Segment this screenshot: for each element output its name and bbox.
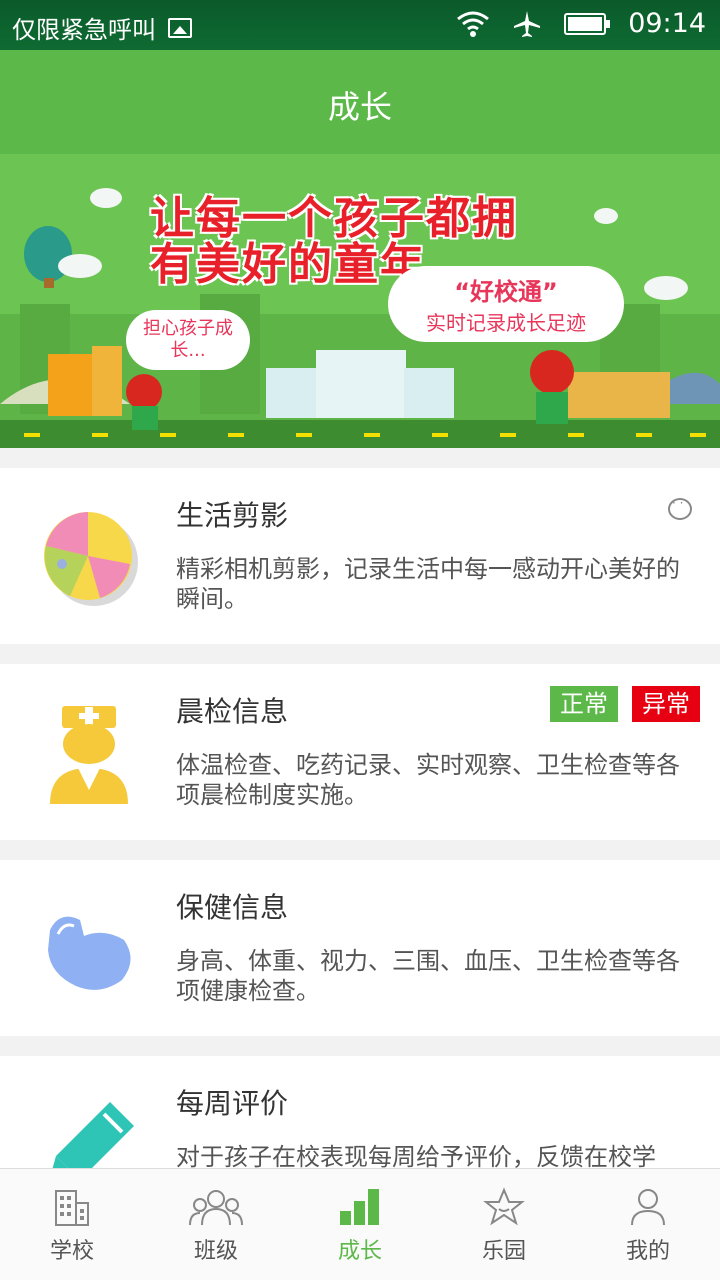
tab-mine[interactable]: 我的	[576, 1169, 720, 1280]
growth-banner[interactable]: 让每一个孩子都拥 有美好的童年 担心孩子成长... “好校通” 实时记录成长足迹	[0, 154, 720, 448]
list-item-health-info[interactable]: 保健信息 身高、体重、视力、三围、血压、卫生检查等各项健康检查。	[0, 860, 720, 1036]
bubble-subtitle: 实时记录成长足迹	[426, 311, 586, 335]
building-icon	[55, 1190, 89, 1226]
page-title: 成长	[327, 88, 392, 126]
status-bar: 仅限紧急呼叫 09:14	[0, 0, 720, 50]
beach-ball-icon	[44, 512, 138, 606]
tab-label: 成长	[337, 1239, 382, 1264]
wifi-icon	[457, 11, 490, 37]
list-item-morning-check[interactable]: 晨检信息 正常 异常 体温检查、吃药记录、实时观察、卫生检查等各项晨检制度实施。	[0, 664, 720, 840]
tab-label: 我的	[625, 1239, 670, 1264]
card-description: 对于孩子在校表现每周给予评价，反馈在校学	[176, 1143, 656, 1168]
image-notification-icon	[168, 17, 192, 38]
card-title: 每周评价	[176, 1087, 289, 1120]
face-icon	[668, 496, 692, 520]
card-description: 身高、体重、视力、三围、血压、卫生检查等各项健康检查。	[176, 947, 680, 1005]
speech-bubble-left: 担心孩子成长...	[126, 310, 250, 370]
pencil-icon	[52, 1102, 134, 1168]
tab-school[interactable]: 学校	[0, 1169, 144, 1280]
status-left: 仅限紧急呼叫	[12, 10, 192, 45]
muscle-arm-icon	[48, 916, 131, 990]
tab-label: 学校	[49, 1239, 94, 1264]
card-description: 精彩相机剪影，记录生活中每一感动开心美好的瞬间。	[176, 555, 680, 613]
list-item-life-snapshot[interactable]: 生活剪影 精彩相机剪影，记录生活中每一感动开心美好的瞬间。	[0, 468, 720, 644]
bar-chart-icon	[340, 1189, 379, 1225]
tab-class[interactable]: 班级	[144, 1169, 288, 1280]
battery-icon	[564, 12, 611, 35]
speech-bubble-right: “好校通” 实时记录成长足迹	[388, 266, 624, 342]
growth-feature-list: 生活剪影 精彩相机剪影，记录生活中每一感动开心美好的瞬间。 晨检信息 正常 异常…	[0, 448, 720, 1168]
bottom-tab-bar: 学校 班级 成长 乐园 我的	[0, 1168, 720, 1280]
tab-playground[interactable]: 乐园	[432, 1169, 576, 1280]
bubble-app-name: “好校通”	[454, 278, 558, 306]
status-time: 09:14	[628, 8, 706, 39]
group-icon	[189, 1190, 243, 1226]
carrier-text: 仅限紧急呼叫	[12, 16, 156, 44]
airplane-icon	[514, 10, 541, 37]
card-description: 体温检查、吃药记录、实时观察、卫生检查等各项晨检制度实施。	[176, 751, 680, 809]
status-right: 09:14	[456, 8, 706, 39]
status-badge-abnormal[interactable]: 异常	[632, 686, 700, 722]
doctor-icon	[50, 706, 128, 804]
card-title: 生活剪影	[176, 499, 289, 532]
tab-growth[interactable]: 成长	[288, 1169, 432, 1280]
card-title: 晨检信息	[176, 695, 289, 728]
slogan-line-1: 让每一个孩子都拥	[150, 193, 518, 244]
list-item-weekly-review[interactable]: 每周评价 对于孩子在校表现每周给予评价，反馈在校学	[0, 1056, 720, 1168]
person-icon	[631, 1189, 665, 1226]
star-icon	[483, 1187, 525, 1226]
tab-label: 乐园	[481, 1239, 526, 1264]
title-bar: 成长	[0, 50, 720, 154]
tab-label: 班级	[193, 1239, 238, 1264]
card-title: 保健信息	[176, 891, 289, 924]
status-badge-normal[interactable]: 正常	[550, 686, 618, 722]
